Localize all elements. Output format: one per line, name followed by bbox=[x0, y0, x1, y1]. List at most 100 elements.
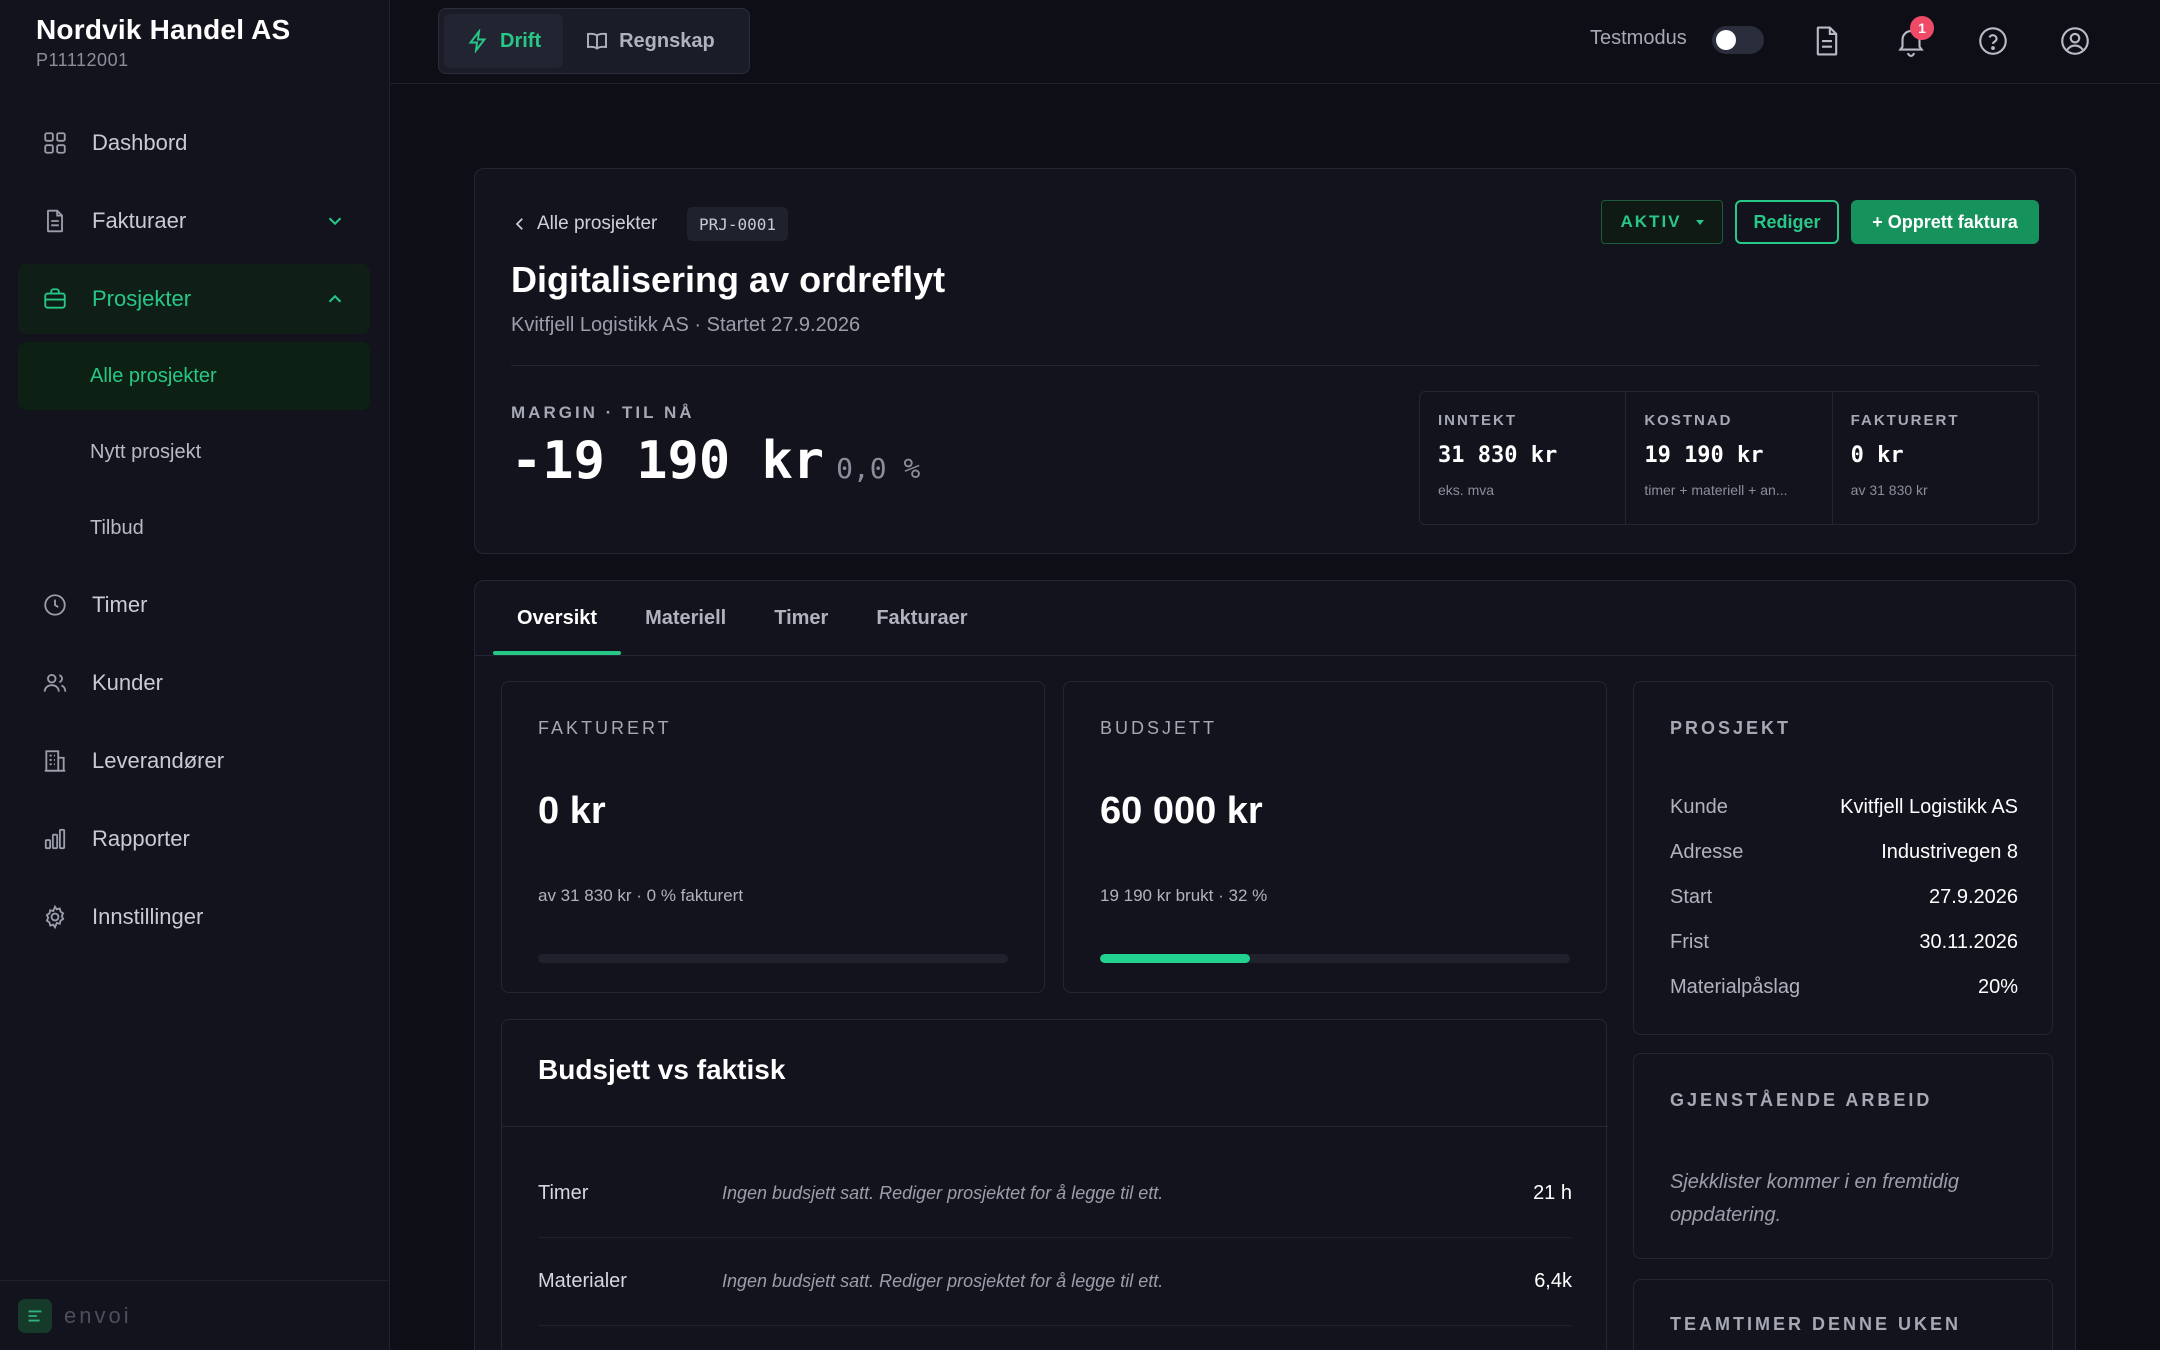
sidebar-item-leverandorer[interactable]: Leverandører bbox=[18, 726, 370, 796]
chevron-down-icon[interactable] bbox=[324, 210, 346, 232]
stat-label: BUDSJETT bbox=[1100, 718, 1218, 738]
sidebar: Nordvik Handel AS P11112001 Dashbord Fak… bbox=[0, 0, 390, 1350]
kpi-label: INNTEKT bbox=[1438, 412, 1517, 429]
tab-bar: Oversikt Materiell Timer Fakturaer bbox=[493, 581, 991, 655]
sidebar-item-dashbord[interactable]: Dashbord bbox=[18, 108, 370, 178]
invoiced-progress-bar bbox=[538, 954, 1008, 963]
budget-progress-bar bbox=[1100, 954, 1570, 963]
sidebar-subitem-alle-prosjekter[interactable]: Alle prosjekter bbox=[18, 342, 370, 410]
row-name: Timer bbox=[538, 1182, 589, 1204]
info-row-materialpaslag: Materialpåslag 20% bbox=[1670, 976, 2018, 999]
info-value: Industrivegen 8 bbox=[1881, 841, 2018, 863]
sidebar-item-rapporter[interactable]: Rapporter bbox=[18, 804, 370, 874]
document-icon[interactable] bbox=[1810, 24, 1844, 58]
info-value: 20% bbox=[1977, 976, 2018, 998]
lightning-icon bbox=[468, 29, 487, 53]
grid-icon bbox=[42, 130, 68, 156]
sidebar-item-label: Rapporter bbox=[92, 826, 190, 851]
margin-percent: 0,0 % bbox=[836, 452, 921, 485]
kpi-value: 0 kr bbox=[1850, 443, 1904, 468]
sidebar-item-label: Innstillinger bbox=[92, 904, 204, 929]
kpi-value: 19 190 kr bbox=[1644, 443, 1764, 468]
sidebar-item-label: Timer bbox=[92, 592, 148, 617]
briefcase-icon bbox=[42, 286, 68, 312]
back-label: Alle prosjekter bbox=[537, 213, 658, 234]
mode-label: Drift bbox=[500, 29, 542, 52]
tab-oversikt[interactable]: Oversikt bbox=[493, 581, 622, 655]
kpi-label: KOSTNAD bbox=[1644, 412, 1733, 429]
project-subtitle: Kvitfjell Logistikk AS · Startet 27.9.20… bbox=[511, 314, 861, 336]
sidebar-item-fakturaer[interactable]: Fakturaer bbox=[18, 186, 370, 256]
envoi-logo-icon bbox=[18, 1298, 52, 1333]
stat-value: 0 kr bbox=[538, 790, 606, 832]
footer-brand: envoi bbox=[64, 1302, 132, 1328]
row-value: 21 h bbox=[1533, 1182, 1572, 1204]
info-key: Frist bbox=[1670, 931, 1709, 953]
table-row: Materialer Ingen budsjett satt. Rediger … bbox=[538, 1238, 1572, 1326]
mode-drift-button[interactable]: Drift bbox=[444, 14, 564, 68]
sidebar-item-timer[interactable]: Timer bbox=[18, 570, 370, 640]
margin-amount: -19 190 kr bbox=[511, 431, 825, 491]
info-key: Kunde bbox=[1670, 796, 1728, 818]
kpi-group: INNTEKT 31 830 kr eks. mva KOSTNAD 19 19… bbox=[1419, 391, 2039, 525]
sidebar-item-label: Kunder bbox=[92, 670, 163, 695]
kpi-note: eks. mva bbox=[1438, 482, 1495, 498]
sidebar-item-label: Prosjekter bbox=[92, 286, 192, 311]
building-icon bbox=[42, 748, 68, 774]
sidebar-item-innstillinger[interactable]: Innstillinger bbox=[18, 882, 370, 952]
create-invoice-button[interactable]: + Opprett faktura bbox=[1851, 200, 2039, 244]
sidebar-item-prosjekter[interactable]: Prosjekter bbox=[18, 264, 370, 334]
tab-materiell[interactable]: Materiell bbox=[621, 581, 750, 655]
kpi-note: av 31 830 kr bbox=[1850, 482, 1928, 498]
kpi-fakturert: FAKTURERT 0 kr av 31 830 kr bbox=[1833, 392, 2038, 524]
sidebar-subitem-nytt-prosjekt[interactable]: Nytt prosjekt bbox=[18, 418, 370, 486]
chevron-left-icon bbox=[515, 218, 523, 230]
project-info-card: PROSJEKT Kunde Kvitfjell Logistikk AS Ad… bbox=[1633, 681, 2053, 1035]
edit-button[interactable]: Rediger bbox=[1735, 200, 1839, 244]
status-dropdown[interactable]: AKTIV bbox=[1601, 200, 1723, 244]
test-mode-toggle[interactable] bbox=[1712, 26, 1764, 54]
card-title: PROSJEKT bbox=[1670, 718, 1792, 738]
help-icon[interactable] bbox=[1976, 24, 2010, 58]
user-avatar-icon[interactable] bbox=[2058, 24, 2092, 58]
margin-value: -19 190 kr 0,0 % bbox=[511, 431, 920, 491]
stat-value: 60 000 kr bbox=[1100, 790, 1263, 832]
info-key: Materialpåslag bbox=[1670, 976, 1801, 998]
row-name: Materialer bbox=[538, 1270, 627, 1292]
info-row-adresse: Adresse Industrivegen 8 bbox=[1670, 841, 2018, 864]
progress-fill bbox=[1100, 954, 1251, 963]
company-brand[interactable]: Nordvik Handel AS P11112001 bbox=[36, 14, 290, 71]
sidebar-subitem-tilbud[interactable]: Tilbud bbox=[18, 494, 370, 562]
budget-vs-actual: Budsjett vs faktisk Timer Ingen budsjett… bbox=[501, 1019, 1608, 1350]
divider bbox=[502, 1126, 1608, 1127]
kpi-note: timer + materiell + an... bbox=[1644, 482, 1788, 498]
info-value: Kvitfjell Logistikk AS bbox=[1840, 796, 2018, 818]
sidebar-item-kunder[interactable]: Kunder bbox=[18, 648, 370, 718]
sidebar-footer: envoi bbox=[0, 1280, 390, 1350]
chevron-up-icon[interactable] bbox=[324, 288, 346, 310]
card-title: TEAMTIMER DENNE UKEN bbox=[1670, 1314, 1962, 1334]
sidebar-item-label: Leverandører bbox=[92, 748, 225, 773]
tab-fakturaer[interactable]: Fakturaer bbox=[852, 581, 991, 655]
back-link[interactable]: Alle prosjekter bbox=[511, 213, 657, 235]
topbar: Drift Regnskap Testmodus 1 bbox=[390, 0, 2160, 84]
gear-icon bbox=[42, 904, 68, 930]
project-header: Alle prosjekter PRJ-0001 Digitalisering … bbox=[474, 168, 2076, 554]
main-nav: Dashbord Fakturaer Prosjekter Alle prosj… bbox=[18, 108, 370, 960]
tab-timer[interactable]: Timer bbox=[750, 581, 852, 655]
document-icon bbox=[42, 208, 68, 234]
info-key: Start bbox=[1670, 886, 1713, 908]
kpi-label: FAKTURERT bbox=[1850, 412, 1960, 429]
stat-invoiced: FAKTURERT 0 kr av 31 830 kr · 0 % faktur… bbox=[501, 681, 1045, 993]
stat-budget: BUDSJETT 60 000 kr 19 190 kr brukt · 32 … bbox=[1063, 681, 1607, 993]
status-label: AKTIV bbox=[1620, 212, 1682, 231]
stat-label: FAKTURERT bbox=[538, 718, 672, 738]
company-name: Nordvik Handel AS bbox=[36, 14, 291, 45]
stat-note: av 31 830 kr · 0 % fakturert bbox=[538, 886, 744, 905]
mode-regnskap-button[interactable]: Regnskap bbox=[563, 14, 737, 68]
mode-switch: Drift Regnskap bbox=[438, 8, 750, 74]
project-code: PRJ-0001 bbox=[687, 207, 789, 241]
kpi-kostnad: KOSTNAD 19 190 kr timer + materiell + an… bbox=[1626, 392, 1833, 524]
sidebar-item-label: Dashbord bbox=[92, 130, 188, 155]
kpi-inntekt: INNTEKT 31 830 kr eks. mva bbox=[1420, 392, 1627, 524]
